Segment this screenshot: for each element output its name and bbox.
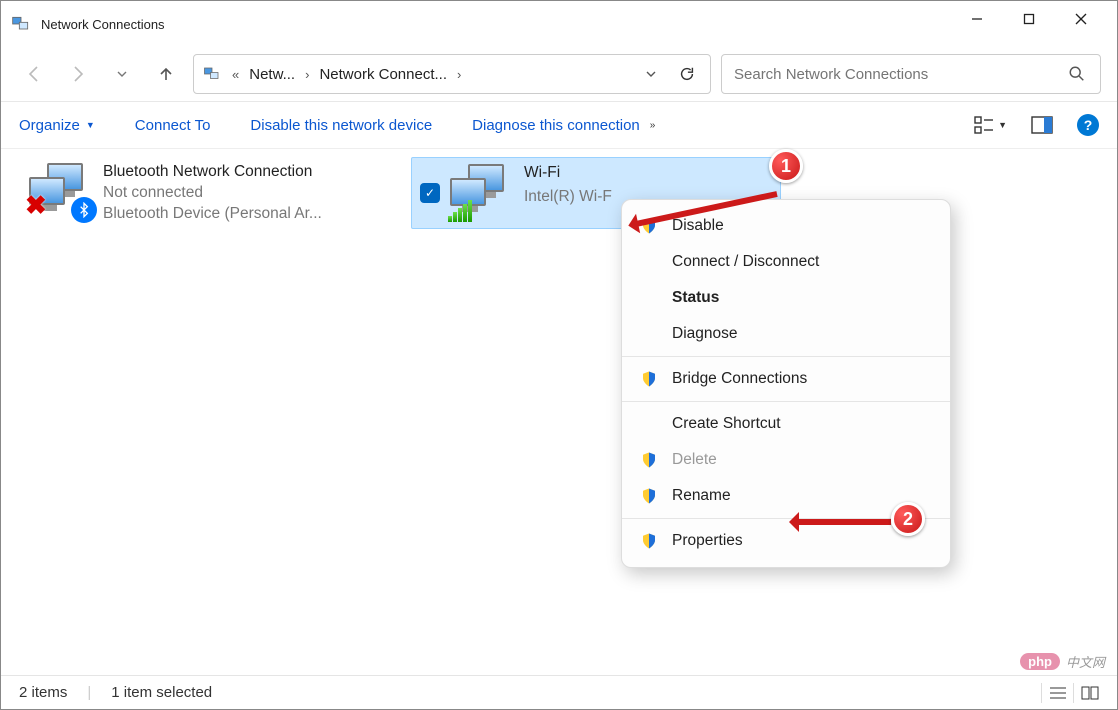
address-bar[interactable]: « Netw... › Network Connect... › [193,54,711,94]
menu-item-connect-disconnect[interactable]: Connect / Disconnect [622,244,950,280]
minimize-button[interactable] [951,1,1003,37]
layout-switcher[interactable]: ▼ [974,116,1007,134]
checkbox-checked-icon[interactable]: ✓ [420,183,440,203]
connection-item-bluetooth[interactable]: ✖ Bluetooth Network Connection Not conne… [21,157,391,229]
view-options: ▼ ? [974,114,1099,136]
network-icon: ✖ [29,163,93,221]
annotation-arrow-2 [793,519,891,525]
history-dropdown[interactable] [105,57,139,91]
chevron-right-icon: › [301,67,313,82]
close-button[interactable] [1055,1,1107,37]
menu-separator [622,356,950,357]
window-title: Network Connections [41,17,951,32]
search-input[interactable] [734,66,1068,83]
status-selected-count: 1 item selected [111,684,212,701]
breadcrumb-level-1[interactable]: Netw... [249,66,295,83]
back-button[interactable] [17,57,51,91]
app-icon [11,14,31,34]
status-separator: | [87,684,91,701]
diagnose-connection-button[interactable]: Diagnose this connection [472,117,640,134]
forward-button[interactable] [61,57,95,91]
annotation-badge-2: 2 [891,502,925,536]
connection-name: Wi-Fi [524,164,612,182]
address-dropdown[interactable] [636,67,666,81]
menu-item-delete: Delete [622,442,950,478]
connect-to-button[interactable]: Connect To [135,117,211,134]
up-button[interactable] [149,57,183,91]
breadcrumb-prefix: « [228,67,243,82]
details-view-button[interactable] [1041,683,1067,703]
annotation-badge-1: 1 [769,149,803,183]
status-item-count: 2 items [19,684,67,701]
preview-pane-toggle[interactable] [1031,116,1053,134]
error-x-icon: ✖ [25,190,47,221]
organize-menu[interactable]: Organize▼ [19,117,95,134]
menu-item-status[interactable]: Status [622,280,950,316]
chevron-right-icon: › [453,67,465,82]
window-controls [951,1,1107,47]
shield-icon [640,451,658,469]
search-icon[interactable] [1068,65,1088,83]
connection-device: Bluetooth Device (Personal Ar... [103,205,322,223]
icons-view-button[interactable] [1073,683,1099,703]
refresh-button[interactable] [672,65,702,83]
shield-icon [640,370,658,388]
command-bar: Organize▼ Connect To Disable this networ… [1,101,1117,149]
menu-item-create-shortcut[interactable]: Create Shortcut [622,406,950,442]
bluetooth-icon [71,197,97,223]
disable-device-button[interactable]: Disable this network device [250,117,432,134]
search-box[interactable] [721,54,1101,94]
connection-status: Not connected [103,184,322,202]
breadcrumb-level-2[interactable]: Network Connect... [319,66,447,83]
shield-icon [640,532,658,550]
menu-item-bridge[interactable]: Bridge Connections [622,361,950,397]
signal-bars-icon [448,200,472,222]
connection-device: Intel(R) Wi-F [524,188,612,206]
help-button[interactable]: ? [1077,114,1099,136]
address-icon [202,64,222,84]
status-bar: 2 items | 1 item selected [1,675,1117,709]
overflow-chevron-icon[interactable]: » [650,120,656,131]
menu-separator [622,401,950,402]
menu-item-diagnose[interactable]: Diagnose [622,316,950,352]
title-bar: Network Connections [1,1,1117,47]
navigation-bar: « Netw... › Network Connect... › [1,47,1117,101]
maximize-button[interactable] [1003,1,1055,37]
network-icon [450,164,514,222]
watermark: php 中文网 [1020,652,1105,671]
shield-icon [640,487,658,505]
connection-name: Bluetooth Network Connection [103,163,322,181]
